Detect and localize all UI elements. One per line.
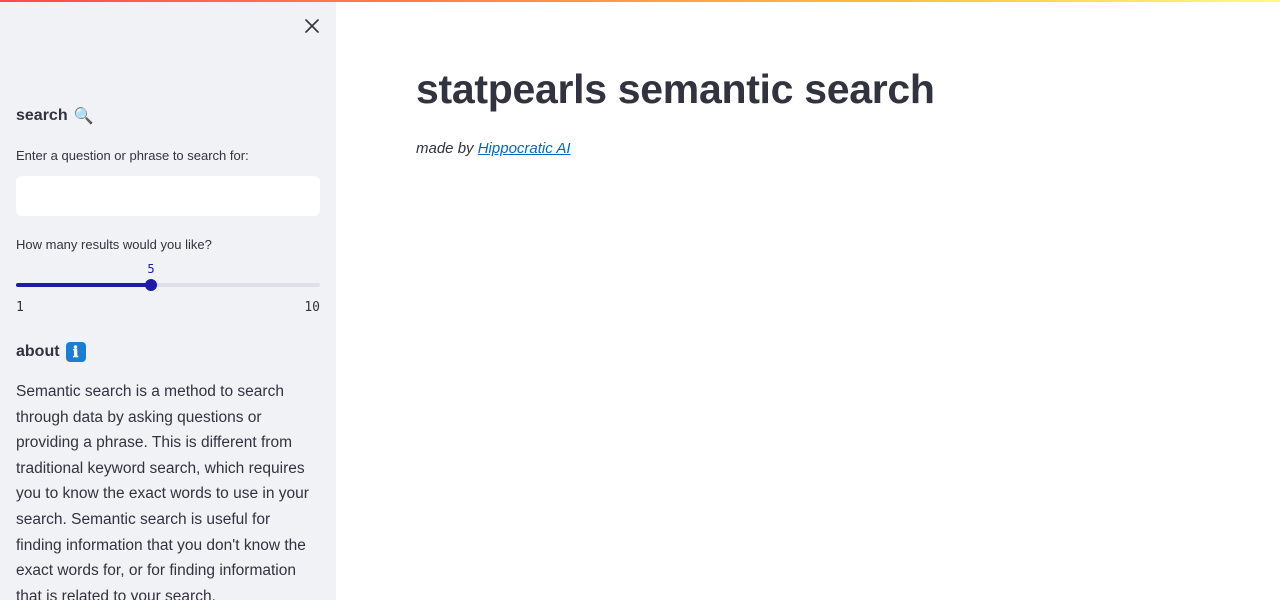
close-sidebar-button[interactable]	[300, 14, 324, 38]
magnifying-glass-icon: 🔍	[73, 108, 94, 125]
slider-track-fill	[16, 283, 152, 287]
slider-max-label: 10	[304, 300, 320, 315]
close-icon	[305, 19, 319, 33]
search-input[interactable]	[16, 176, 320, 216]
search-heading-text: search	[16, 107, 68, 124]
sidebar: search 🔍 Enter a question or phrase to s…	[0, 0, 336, 600]
slider-min-label: 1	[16, 300, 24, 315]
slider-thumb[interactable]	[145, 279, 157, 291]
query-label: Enter a question or phrase to search for…	[16, 148, 249, 163]
about-paragraph: Semantic search is a method to search th…	[16, 383, 309, 600]
about-heading: about ℹ	[16, 342, 86, 362]
page-title: statpearls semantic search	[416, 66, 935, 112]
search-heading: search 🔍	[16, 106, 94, 126]
about-heading-text: about	[16, 343, 60, 360]
results-count-slider[interactable]: 5 1 10	[16, 260, 320, 320]
byline: made by Hippocratic AI	[416, 140, 571, 157]
info-icon: ℹ	[65, 342, 86, 362]
hippocratic-ai-link[interactable]: Hippocratic AI	[478, 140, 571, 157]
results-count-label: How many results would you like?	[16, 237, 212, 252]
byline-prefix: made by	[416, 140, 474, 157]
slider-track[interactable]	[16, 283, 320, 287]
top-decoration-bar	[0, 0, 1280, 2]
